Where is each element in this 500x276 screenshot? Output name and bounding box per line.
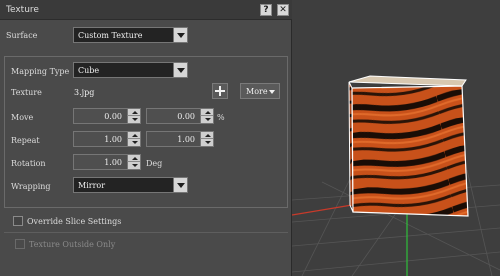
override-slice-checkbox[interactable] (13, 216, 23, 226)
chevron-down-icon (173, 178, 187, 192)
cube-front-face (351, 85, 469, 217)
move-y-value: 0.00 (177, 112, 195, 121)
spin-up-icon[interactable] (127, 132, 140, 139)
spin-down-icon[interactable] (127, 116, 140, 123)
spin-up-icon[interactable] (127, 155, 140, 162)
spin-down-icon[interactable] (200, 116, 213, 123)
move-x-spinbox[interactable]: 0.00 (73, 108, 141, 124)
spin-up-icon[interactable] (200, 132, 213, 139)
repeat-y-value: 1.00 (177, 135, 195, 144)
viewport-scene (292, 75, 500, 276)
move-x-value: 0.00 (104, 112, 122, 121)
close-button[interactable]: ✕ (277, 4, 289, 16)
cube-top-face (348, 75, 467, 87)
rotation-spinbox[interactable]: 1.00 (73, 154, 141, 170)
mapping-type-value: Cube (78, 66, 100, 75)
repeat-label: Repeat (11, 136, 40, 145)
repeat-y-spinbox[interactable]: 1.00 (146, 131, 214, 147)
3d-viewport[interactable] (292, 0, 500, 276)
mapping-type-label: Mapping Type (11, 67, 70, 76)
rotation-value: 1.00 (104, 158, 122, 167)
texture-file-name: 3.jpg (74, 88, 95, 97)
spin-down-icon[interactable] (127, 139, 140, 146)
rotation-unit: Deg (146, 159, 163, 168)
wrapping-label: Wrapping (11, 182, 51, 191)
dialog-title: Texture (6, 5, 39, 15)
surface-value: Custom Texture (78, 31, 143, 40)
more-button-label: More (246, 87, 268, 96)
texture-outside-label: Texture Outside Only (29, 240, 116, 249)
repeat-x-value: 1.00 (104, 135, 122, 144)
wrapping-select[interactable]: Mirror (73, 177, 188, 193)
move-unit: % (217, 113, 225, 122)
more-button[interactable]: More (240, 83, 280, 99)
surface-select[interactable]: Custom Texture (73, 27, 188, 43)
repeat-x-spinbox[interactable]: 1.00 (73, 131, 141, 147)
texture-panel: Texture ? ✕ Surface Custom Texture Mappi… (0, 0, 292, 276)
override-slice-label: Override Slice Settings (27, 217, 122, 226)
texture-label: Texture (11, 88, 42, 97)
mapping-type-select[interactable]: Cube (73, 62, 188, 78)
chevron-down-icon (173, 28, 187, 42)
wrapping-value: Mirror (78, 181, 106, 190)
spin-up-icon[interactable] (200, 109, 213, 116)
divider (4, 232, 288, 233)
surface-label: Surface (6, 31, 38, 40)
spin-down-icon[interactable] (200, 139, 213, 146)
x-axis-line (292, 204, 353, 216)
help-button[interactable]: ? (260, 4, 272, 16)
add-texture-button[interactable] (212, 83, 228, 99)
texture-outside-checkbox[interactable] (15, 239, 25, 249)
rotation-label: Rotation (11, 159, 46, 168)
spin-up-icon[interactable] (127, 109, 140, 116)
move-y-spinbox[interactable]: 0.00 (146, 108, 214, 124)
move-label: Move (11, 113, 34, 122)
title-bar: Texture ? ✕ (0, 0, 292, 20)
chevron-down-icon (173, 63, 187, 77)
spin-down-icon[interactable] (127, 162, 140, 169)
dropdown-arrow-icon (269, 90, 275, 94)
